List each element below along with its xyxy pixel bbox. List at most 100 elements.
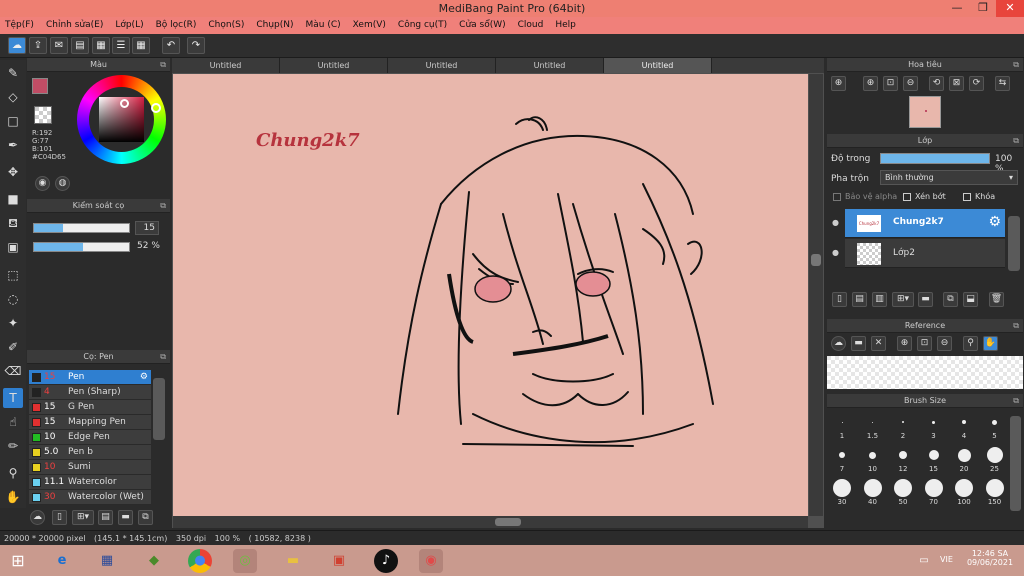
rectangle-tool-icon[interactable]: □ — [3, 111, 23, 131]
zoom-in-icon[interactable]: ⊕ — [831, 76, 846, 91]
brush-size-cell[interactable]: 3 — [920, 412, 948, 440]
brush-settings-icon[interactable]: ▤ — [98, 510, 113, 525]
brush-size-cell[interactable]: 25 — [981, 445, 1009, 473]
redo-icon[interactable]: ↷ — [187, 37, 205, 54]
grid-icon[interactable]: ▦ — [132, 37, 150, 54]
windows-start-icon[interactable]: ⊞ — [6, 549, 30, 573]
brush-duplicate-icon[interactable]: ⧉ — [138, 510, 153, 525]
bluestacks-icon[interactable]: ◆ — [142, 549, 166, 573]
brush-size-cell[interactable]: 15 — [920, 445, 948, 473]
layer-folder-icon[interactable]: ▬ — [918, 292, 933, 307]
tiktok-icon[interactable]: ♪ — [374, 549, 398, 573]
brush-size-cell[interactable]: 100 — [950, 478, 978, 506]
brush-list-item[interactable]: 15 Mapping Pen — [29, 415, 151, 430]
clock[interactable]: 12:46 SA 09/06/2021 — [962, 549, 1018, 567]
panel-pin-icon[interactable]: ⧉ — [1013, 58, 1019, 72]
rotate-left-icon[interactable]: ⟲ — [929, 76, 944, 91]
brush-list-item[interactable]: 15 G Pen — [29, 400, 151, 415]
brush-size-cell[interactable]: 150 — [981, 478, 1009, 506]
brush-list-scrollbar[interactable] — [153, 378, 165, 440]
brush-tool-icon[interactable]: ✎ — [3, 63, 23, 83]
menu-window[interactable]: Cửa sổ(W) — [459, 17, 505, 34]
network-icon[interactable]: ▭ — [912, 549, 936, 573]
brush-size-value[interactable]: 15 — [135, 221, 159, 235]
chrome-icon[interactable]: ● — [188, 549, 212, 573]
vertical-scrollbar[interactable] — [809, 74, 823, 516]
menu-filter[interactable]: Bộ lọc(R) — [156, 17, 197, 34]
menu-view[interactable]: Xem(V) — [353, 17, 386, 34]
horizontal-scrollbar[interactable] — [173, 516, 808, 528]
menu-layer[interactable]: Lớp(L) — [115, 17, 143, 34]
doc-tab-1[interactable]: Untitled — [172, 58, 280, 73]
upload-icon[interactable]: ⇪ — [29, 37, 47, 54]
menu-help[interactable]: Help — [555, 17, 576, 34]
medibang-taskbar-icon[interactable]: ◉ — [419, 549, 443, 573]
new-8bit-layer-icon[interactable]: ▥ — [872, 292, 887, 307]
magic-wand-icon[interactable]: ✦ — [3, 313, 23, 333]
reference-image-area[interactable] — [827, 356, 1023, 389]
undo-icon[interactable]: ↶ — [162, 37, 180, 54]
fit-window-icon[interactable]: ⊡ — [883, 76, 898, 91]
brush-size-cell[interactable]: 10 — [859, 445, 887, 473]
brush-size-cell[interactable]: 50 — [889, 478, 917, 506]
internet-explorer-icon[interactable]: e — [50, 549, 74, 573]
brush-folder-icon[interactable]: ▬ — [118, 510, 133, 525]
flip-icon[interactable]: ⇆ — [995, 76, 1010, 91]
foreground-color-swatch[interactable] — [32, 78, 48, 94]
brush-size-cell[interactable]: 7 — [828, 445, 856, 473]
menu-file[interactable]: Tệp(F) — [5, 17, 34, 34]
blend-mode-select[interactable]: Bình thường ▾ — [880, 170, 1018, 185]
brush-size-cell[interactable]: 5 — [981, 412, 1009, 440]
select-eraser-icon[interactable]: ⌫ — [3, 361, 23, 381]
hue-handle[interactable] — [151, 103, 161, 113]
protect-alpha-checkbox[interactable] — [833, 193, 841, 201]
app-grid-icon[interactable]: ▦ — [95, 549, 119, 573]
brush-size-cell[interactable]: 20 — [950, 445, 978, 473]
new-brush-icon[interactable]: ▯ — [52, 510, 67, 525]
brush-size-cell[interactable]: 12 — [889, 445, 917, 473]
rect-select-icon[interactable]: ⬚ — [3, 265, 23, 285]
blur-tool-icon[interactable]: ✏ — [3, 436, 23, 456]
vertical-scroll-thumb[interactable] — [811, 254, 821, 266]
background-color-swatch[interactable] — [34, 106, 52, 124]
gear-icon[interactable]: ⚙ — [140, 370, 148, 385]
clipping-checkbox[interactable] — [903, 193, 911, 201]
pen-tool-icon[interactable]: ✒ — [3, 135, 23, 155]
gradient-tool-icon[interactable]: ▣ — [3, 237, 23, 257]
doc-tab-2[interactable]: Untitled — [280, 58, 388, 73]
brush-cloud-icon[interactable]: ☁ — [30, 510, 45, 525]
eyedropper-icon[interactable]: ⚲ — [963, 336, 978, 351]
lasso-select-icon[interactable]: ◌ — [3, 289, 23, 309]
move-tool-icon[interactable]: ✥ — [3, 162, 23, 182]
zoom-in-icon[interactable]: ⊕ — [897, 336, 912, 351]
doc-tab-4[interactable]: Untitled — [496, 58, 604, 73]
menu-edit[interactable]: Chỉnh sửa(E) — [46, 17, 103, 34]
list-icon[interactable]: ☰ — [112, 37, 130, 54]
menu-cloud[interactable]: Cloud — [518, 17, 544, 34]
merge-layer-icon[interactable]: ⬓ — [963, 292, 978, 307]
brush-add-menu-icon[interactable]: ⊞▾ — [72, 510, 94, 525]
navigator-preview[interactable] — [909, 96, 941, 128]
new-layer-icon[interactable]: ▯ — [832, 292, 847, 307]
text-tool-icon[interactable]: T — [3, 388, 23, 408]
eraser-tool-icon[interactable]: ◇ — [3, 87, 23, 107]
eyedropper-tool-icon[interactable]: ⚲ — [3, 463, 23, 483]
select-pen-icon[interactable]: ✐ — [3, 337, 23, 357]
zoom-out-icon[interactable]: ⊖ — [903, 76, 918, 91]
drawing-canvas[interactable]: Chung2k7 — [173, 74, 808, 516]
hand-tool-icon[interactable]: ✋ — [3, 487, 23, 507]
duplicate-layer-icon[interactable]: ⧉ — [943, 292, 958, 307]
brush-size-slider[interactable] — [33, 223, 130, 233]
chat-icon[interactable]: ▤ — [71, 37, 89, 54]
menu-snap[interactable]: Chụp(N) — [256, 17, 293, 34]
panel-pin-icon[interactable]: ⧉ — [160, 199, 166, 213]
menu-tools[interactable]: Công cụ(T) — [398, 17, 447, 34]
menu-color[interactable]: Màu (C) — [306, 17, 341, 34]
file-explorer-icon[interactable]: ▬ — [281, 549, 305, 573]
layer-opacity-slider[interactable] — [880, 153, 990, 164]
color-set-icon[interactable]: ◍ — [55, 176, 70, 191]
reference-open-icon[interactable]: ▬ — [851, 336, 866, 351]
shape-fill-icon[interactable]: ■ — [3, 189, 23, 209]
brush-size-cell[interactable]: 2 — [889, 412, 917, 440]
brush-size-cell[interactable]: 1 — [828, 412, 856, 440]
